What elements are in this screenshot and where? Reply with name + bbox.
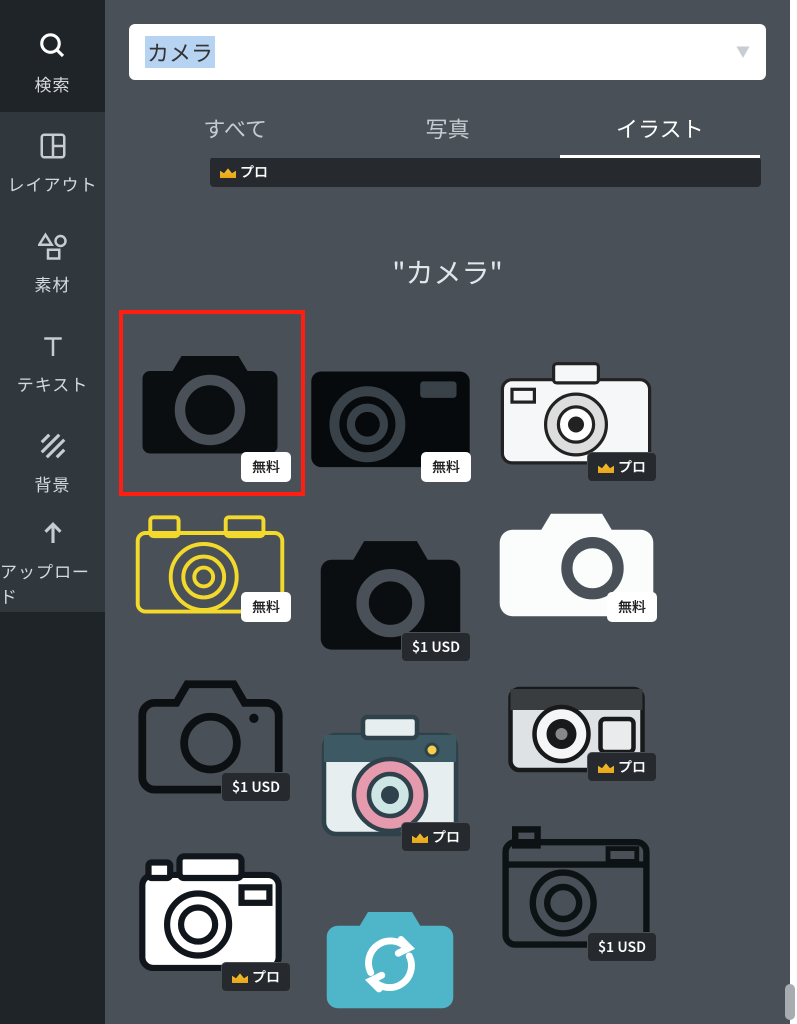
pro-badge: プロ [587,752,657,782]
sidebar-item-label: レイアウト [8,171,98,196]
badge-label: 無料 [618,597,646,617]
result-item[interactable]: プロ [491,346,661,486]
result-item[interactable]: 無料 [125,316,295,486]
results-heading: "カメラ" [105,252,790,292]
result-item[interactable]: プロ [305,706,475,856]
price-badge: $1 USD [221,772,291,802]
sidebar-item-search[interactable]: 検索 [0,12,105,112]
prev-section-remnant: プロ [129,158,766,192]
result-item[interactable]: 無料 [305,346,475,486]
result-item[interactable]: プロ [491,666,661,786]
result-item[interactable]: $1 USD [491,816,661,966]
crown-icon [598,761,614,773]
crown-icon [598,461,614,473]
badge-label: 無料 [252,597,280,617]
free-badge: 無料 [421,452,471,482]
shapes-icon [36,229,70,263]
result-item[interactable]: 無料 [125,506,295,626]
scrollbar-thumb[interactable] [785,984,795,1020]
crown-icon [220,166,236,178]
result-item[interactable]: 無料 [491,496,661,626]
sidebar-item-label: テキスト [17,371,89,396]
result-item[interactable]: $1 USD [305,516,475,666]
price-badge: $1 USD [401,632,471,662]
search-input[interactable]: カメラ ▼ [129,24,766,80]
tab-label: すべて [203,112,267,144]
sidebar-item-upload[interactable]: アップロード [0,512,105,612]
results-grid: 無料 無料 プロ [105,316,790,1024]
sidebar-item-label: 検索 [35,71,71,96]
chevron-down-icon[interactable]: ▼ [736,42,750,62]
sidebar: 検索 レイアウト 素材 テキスト 背景 [0,0,105,1024]
hatch-icon [36,429,70,463]
price-badge: $1 USD [587,932,657,962]
badge-label: $1 USD [598,937,646,957]
free-badge: 無料 [241,592,291,622]
badge-label: $1 USD [232,777,280,797]
text-icon [36,329,70,363]
badge-label: プロ [618,757,646,777]
app-root: 検索 レイアウト 素材 テキスト 背景 [0,0,790,1024]
pro-badge: プロ [221,962,291,992]
free-badge: 無料 [607,592,657,622]
search-wrap: カメラ ▼ [105,0,790,88]
layout-icon [36,129,70,163]
search-icon [36,29,70,63]
results-scroll[interactable]: プロ "カメラ" 無料 無料 [105,158,790,1024]
badge-label: プロ [432,827,460,847]
refresh-icon [305,896,475,1016]
badge-label: 無料 [432,457,460,477]
badge-label: 無料 [252,457,280,477]
result-item[interactable]: プロ [125,836,295,996]
sidebar-item-background[interactable]: 背景 [0,412,105,512]
badge-label: プロ [618,457,646,477]
pro-badge: プロ [209,158,762,188]
sidebar-item-label: 背景 [35,471,71,496]
badge-label: $1 USD [412,637,460,657]
search-value: カメラ [145,36,215,68]
crown-icon [412,831,428,843]
tab-photos[interactable]: 写真 [341,98,553,158]
result-item[interactable] [305,896,475,1016]
badge-label: プロ [240,162,268,182]
result-item[interactable]: $1 USD [125,656,295,806]
sidebar-item-text[interactable]: テキスト [0,312,105,412]
pro-badge: プロ [587,452,657,482]
tab-illustrations[interactable]: イラスト [554,98,766,158]
sidebar-item-elements[interactable]: 素材 [0,212,105,312]
upload-icon [36,516,70,550]
pro-badge: プロ [401,822,471,852]
tab-label: イラスト [616,112,704,144]
free-badge: 無料 [241,452,291,482]
sidebar-item-layout[interactable]: レイアウト [0,112,105,212]
sidebar-item-label: アップロード [0,558,105,608]
tab-label: 写真 [425,112,469,144]
sidebar-item-label: 素材 [35,271,71,296]
tabs: すべて 写真 イラスト [105,88,790,158]
results-panel: カメラ ▼ すべて 写真 イラスト プロ "カメラ" [105,0,790,1024]
crown-icon [232,971,248,983]
tab-all[interactable]: すべて [129,98,341,158]
badge-label: プロ [252,967,280,987]
